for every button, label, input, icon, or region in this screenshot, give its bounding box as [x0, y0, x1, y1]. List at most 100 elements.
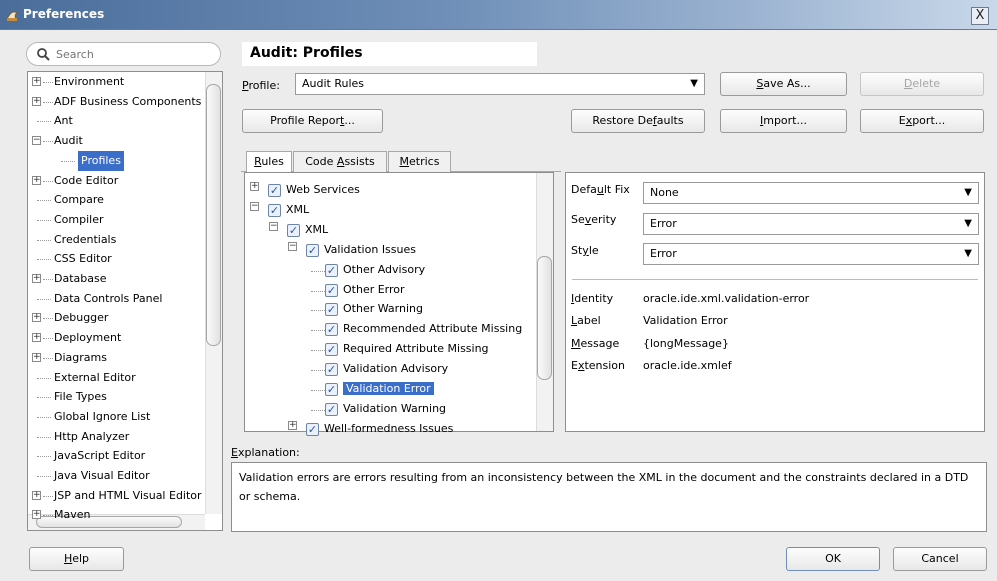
help-button[interactable]: Help [29, 547, 124, 571]
tab-rules[interactable]: Rules [246, 151, 292, 173]
expand-icon[interactable]: + [32, 353, 41, 362]
expand-icon[interactable]: + [32, 176, 41, 185]
export-button[interactable]: Export... [860, 109, 984, 133]
collapse-icon[interactable]: − [269, 222, 278, 231]
sidebar-item-credentials[interactable]: Credentials [28, 230, 204, 250]
tab-metrics-label: etrics [409, 155, 440, 168]
sidebar-item-file-types[interactable]: File Types [28, 387, 204, 407]
sidebar-item-label: Java Visual Editor [54, 469, 150, 482]
sidebar-item-database[interactable]: + Database [28, 269, 204, 289]
tree-connector [37, 378, 51, 379]
sidebar-item-label: Credentials [54, 233, 117, 246]
sidebar-item-http-analyzer[interactable]: Http Analyzer [28, 427, 204, 447]
tab-metrics[interactable]: Metrics [388, 151, 451, 172]
checkbox-checked-icon[interactable]: ✓ [325, 343, 338, 356]
checkbox-checked-icon[interactable]: ✓ [325, 363, 338, 376]
nav-vertical-scroll-thumb[interactable] [206, 84, 221, 346]
message-label: Message [571, 337, 619, 350]
rule-item-recommended-attribute-missing[interactable]: Recommended Attribute Missing [343, 322, 522, 335]
tree-connector [37, 476, 51, 477]
save-as-button[interactable]: Save As... [720, 72, 847, 96]
checkbox-checked-icon[interactable]: ✓ [287, 224, 300, 237]
rule-item-other-warning[interactable]: Other Warning [343, 302, 423, 315]
tree-connector [311, 310, 325, 311]
style-select[interactable]: Error ▼ [643, 243, 979, 265]
default-fix-select[interactable]: None ▼ [643, 182, 979, 204]
sidebar-item-deployment[interactable]: + Deployment [28, 328, 204, 348]
severity-select[interactable]: Error ▼ [643, 213, 979, 235]
sidebar-item-profiles[interactable]: Profiles [28, 151, 204, 171]
checkbox-checked-icon[interactable]: ✓ [306, 244, 319, 257]
collapse-icon[interactable]: − [250, 202, 259, 211]
close-icon[interactable]: X [971, 7, 989, 25]
rule-item-required-attribute-missing[interactable]: Required Attribute Missing [343, 342, 489, 355]
delete-button[interactable]: Delete [860, 72, 984, 96]
expand-icon[interactable]: + [32, 510, 41, 519]
tree-connector [37, 259, 51, 260]
sidebar-item-javascript-editor[interactable]: JavaScript Editor [28, 446, 204, 466]
rule-item-validation-issues[interactable]: Validation Issues [324, 243, 416, 256]
checkbox-checked-icon[interactable]: ✓ [268, 184, 281, 197]
checkbox-checked-icon[interactable]: ✓ [325, 284, 338, 297]
cancel-button[interactable]: Cancel [893, 547, 987, 571]
checkbox-checked-icon[interactable]: ✓ [325, 403, 338, 416]
sidebar-item-compiler[interactable]: Compiler [28, 210, 204, 230]
rule-item-web-services[interactable]: Web Services [286, 183, 360, 196]
collapse-icon[interactable]: − [288, 242, 297, 251]
explanation-text: Validation errors are errors resulting f… [239, 471, 969, 503]
default-fix-mnemonic: u [596, 183, 604, 196]
sidebar-item-ant[interactable]: Ant [28, 111, 204, 131]
profile-report-button[interactable]: Profile Report... [242, 109, 383, 133]
expand-icon[interactable]: + [32, 97, 41, 106]
sidebar-item-code-editor[interactable]: + Code Editor [28, 171, 204, 191]
message-label-text: essage [580, 337, 620, 350]
sidebar-item-audit[interactable]: − Audit [28, 131, 204, 151]
rule-item-validation-advisory[interactable]: Validation Advisory [343, 362, 448, 375]
collapse-icon[interactable]: − [32, 136, 41, 145]
sidebar-item-maven[interactable]: + Maven [28, 505, 204, 525]
sidebar-item-jsp-and-html-visual-editor[interactable]: + JSP and HTML Visual Editor [28, 486, 204, 506]
delete-label: elete [912, 77, 941, 90]
restore-defaults-button[interactable]: Restore Defaults [571, 109, 705, 133]
checkbox-checked-icon[interactable]: ✓ [268, 204, 281, 217]
tab-code-assists[interactable]: Code Assists [293, 151, 387, 172]
tree-connector [37, 220, 51, 221]
sidebar-item-adf-business-components[interactable]: + ADF Business Components [28, 92, 204, 112]
checkbox-checked-icon[interactable]: ✓ [325, 264, 338, 277]
expand-icon[interactable]: + [32, 333, 41, 342]
sidebar-item-global-ignore-list[interactable]: Global Ignore List [28, 407, 204, 427]
expand-icon[interactable]: + [288, 421, 297, 430]
profile-select[interactable]: Audit Rules ▼ [295, 73, 705, 95]
expand-icon[interactable]: + [32, 491, 41, 500]
rules-vertical-scroll-thumb[interactable] [537, 256, 552, 380]
sidebar-item-java-visual-editor[interactable]: Java Visual Editor [28, 466, 204, 486]
rule-item-validation-warning[interactable]: Validation Warning [343, 402, 446, 415]
sidebar-item-external-editor[interactable]: External Editor [28, 368, 204, 388]
checkbox-checked-icon[interactable]: ✓ [325, 383, 338, 396]
import-button[interactable]: Import... [720, 109, 847, 133]
sidebar-item-css-editor[interactable]: CSS Editor [28, 249, 204, 269]
sidebar-item-data-controls-panel[interactable]: Data Controls Panel [28, 289, 204, 309]
checkbox-checked-icon[interactable]: ✓ [306, 423, 319, 436]
search-input[interactable] [56, 46, 206, 62]
expand-icon[interactable]: + [250, 182, 259, 191]
sidebar-item-diagrams[interactable]: + Diagrams [28, 348, 204, 368]
tree-connector [37, 397, 51, 398]
checkbox-checked-icon[interactable]: ✓ [325, 303, 338, 316]
expand-icon[interactable]: + [32, 274, 41, 283]
rule-item-well-formedness-issues[interactable]: Well-formedness Issues [324, 422, 453, 435]
message-value: {longMessage} [643, 337, 729, 350]
expand-icon[interactable]: + [32, 77, 41, 86]
rule-item-validation-error[interactable]: Validation Error [343, 382, 434, 395]
sidebar-item-compare[interactable]: Compare [28, 190, 204, 210]
ok-button[interactable]: OK [786, 547, 880, 571]
sidebar-item-environment[interactable]: + Environment [28, 72, 204, 92]
rule-item-other-error[interactable]: Other Error [343, 283, 405, 296]
tree-connector [43, 279, 53, 280]
rule-item-other-advisory[interactable]: Other Advisory [343, 263, 425, 276]
checkbox-checked-icon[interactable]: ✓ [325, 323, 338, 336]
rule-item-xml[interactable]: XML [305, 223, 328, 236]
expand-icon[interactable]: + [32, 313, 41, 322]
sidebar-item-debugger[interactable]: + Debugger [28, 308, 204, 328]
rule-item-xml[interactable]: XML [286, 203, 309, 216]
